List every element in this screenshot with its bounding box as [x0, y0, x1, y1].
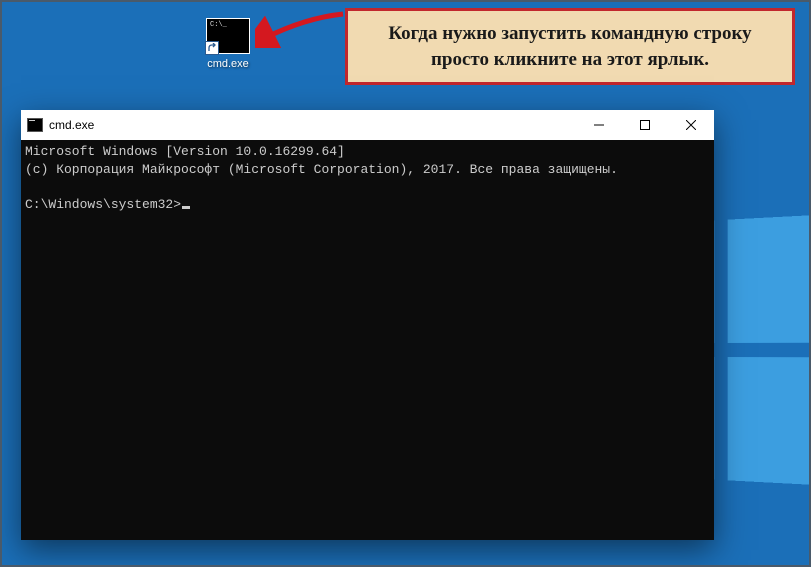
cmd-window: cmd.exe Microsoft Windows [Version 10.0.…	[21, 110, 714, 540]
cmd-icon	[206, 18, 250, 54]
annotation-tooltip: Когда нужно запустить командную строку п…	[345, 8, 795, 85]
minimize-button[interactable]	[576, 110, 622, 140]
cmd-titlebar-icon	[27, 118, 43, 132]
window-titlebar[interactable]: cmd.exe	[21, 110, 714, 140]
console-line: (c) Корпорация Майкрософт (Microsoft Cor…	[25, 162, 618, 177]
annotation-arrow-icon	[255, 8, 345, 48]
window-title: cmd.exe	[49, 118, 576, 132]
maximize-button[interactable]	[622, 110, 668, 140]
annotation-text: Когда нужно запустить командную строку п…	[388, 23, 751, 70]
console-prompt: C:\Windows\system32>	[25, 197, 181, 212]
console-line: Microsoft Windows [Version 10.0.16299.64…	[25, 144, 345, 159]
shortcut-arrow-icon	[205, 41, 219, 55]
cmd-shortcut[interactable]: cmd.exe	[198, 18, 258, 70]
close-button[interactable]	[668, 110, 714, 140]
console-output[interactable]: Microsoft Windows [Version 10.0.16299.64…	[21, 140, 714, 540]
cursor-icon	[182, 206, 190, 209]
shortcut-label: cmd.exe	[198, 58, 258, 70]
